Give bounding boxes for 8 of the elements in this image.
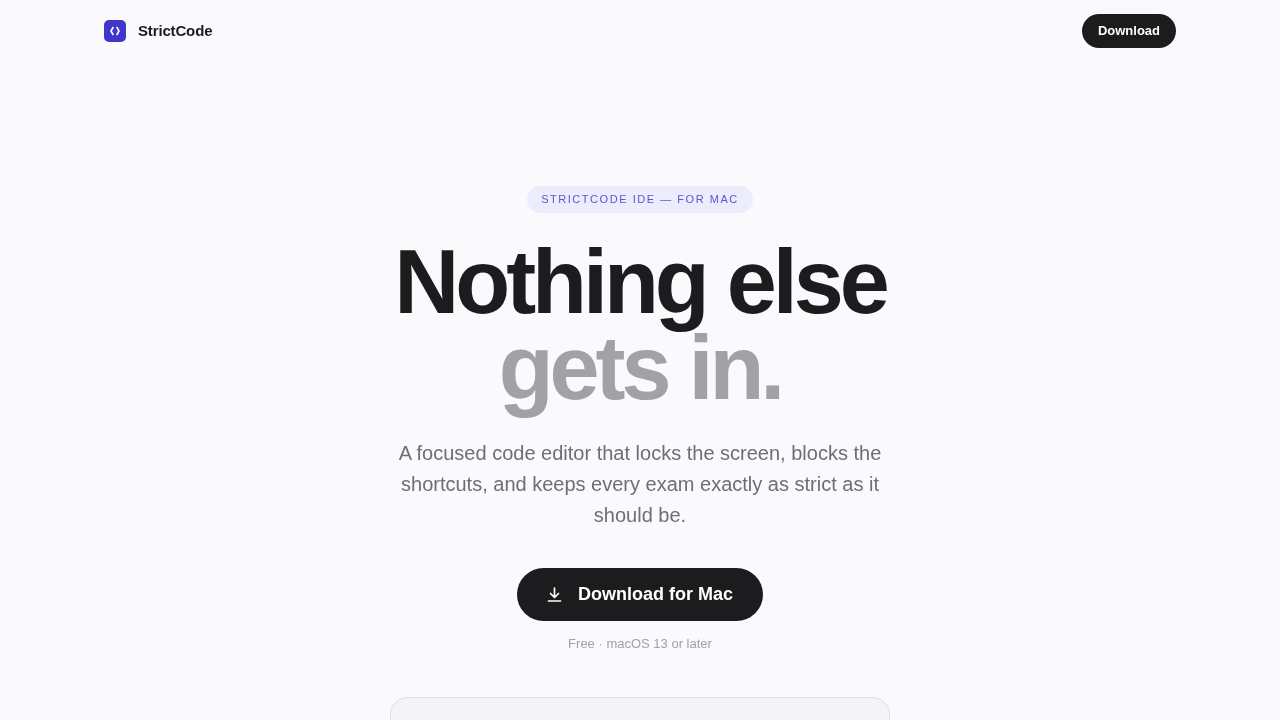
logo-icon — [104, 20, 126, 42]
description-text: A focused code editor that locks the screen, blocks the shortcuts, and keeps every exam exactly as strict as it should be. — [397, 441, 883, 528]
download-for-mac-button[interactable]: Download for Mac — [517, 568, 763, 621]
download-button[interactable]: Download — [1081, 14, 1176, 48]
availability-note: Free · macOS 13 or later — [568, 635, 712, 653]
download-icon — [547, 587, 562, 602]
brand-name[interactable]: StrictCode — [138, 19, 213, 43]
product-tag: STRICTCODE IDE — FOR MAC — [527, 186, 753, 213]
